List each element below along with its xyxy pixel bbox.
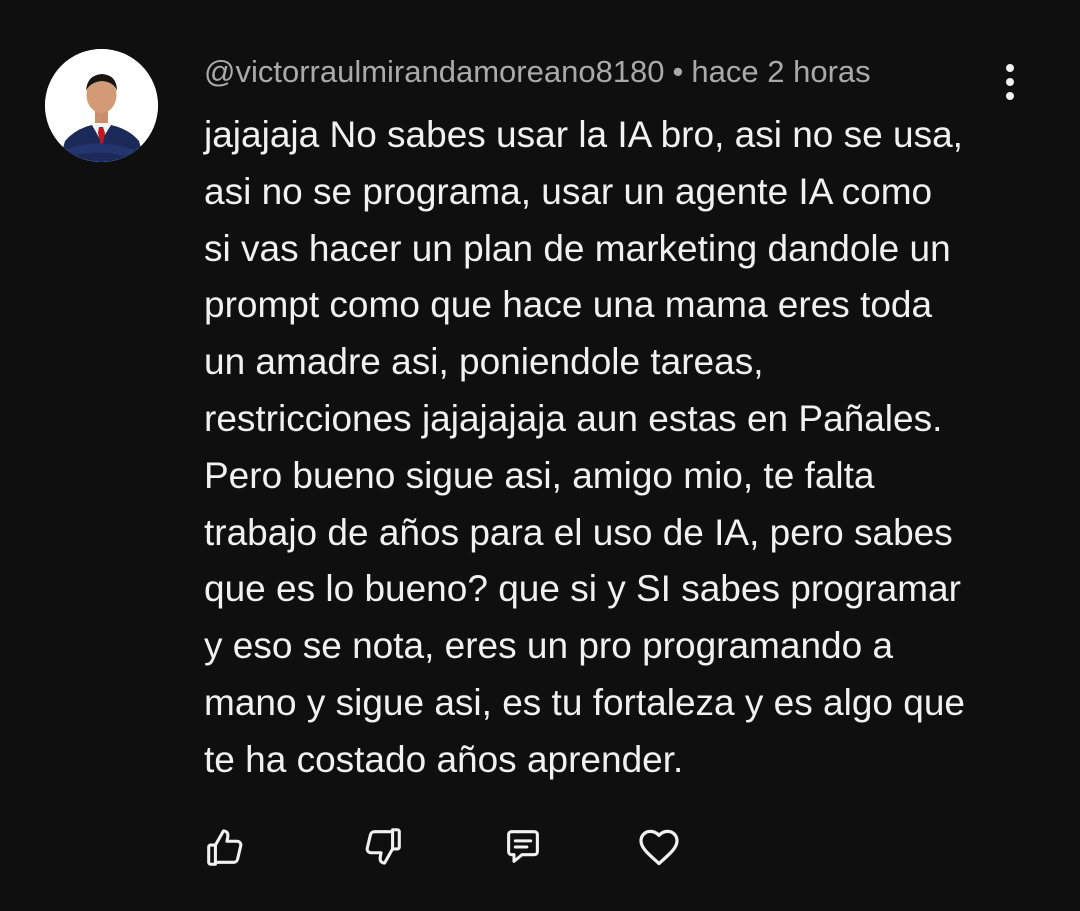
comment-text-line: jajajaja No sabes usar la IA bro, asi no… (204, 114, 963, 155)
comment-timestamp[interactable]: hace 2 horas (691, 54, 870, 89)
comment-text-line: trabajo de años para el uso de IA, pero … (204, 511, 953, 553)
like-button[interactable] (200, 822, 250, 872)
author-name[interactable]: @victorraulmirandamoreano8180 (204, 54, 665, 89)
meta-separator: • (672, 54, 684, 89)
comment-text-line: asi no se programa, usar un agente IA co… (204, 170, 933, 212)
comment-text: jajajaja No sabes usar la IA bro, asi no… (204, 107, 1034, 789)
avatar-image (45, 49, 158, 162)
comment-text-line: y eso se nota, eres un pro programando a (204, 625, 894, 667)
thumbs-up-icon (207, 829, 243, 866)
comment-text-line: te ha costado años aprender. (204, 738, 684, 780)
comment-text-line: prompt como que hace una mama eres toda (204, 284, 933, 326)
comment-text-line: Pero bueno sigue asi, amigo mio, te falt… (204, 454, 875, 496)
heart-button[interactable] (634, 822, 684, 872)
heart-icon (639, 829, 679, 866)
comment-text-line: restricciones jajajajaja aun estas en Pa… (204, 397, 943, 439)
comment-text-line: mano y sigue asi, es tu fortaleza y es a… (204, 681, 965, 723)
reply-button[interactable] (498, 822, 548, 872)
dislike-button[interactable] (358, 822, 408, 872)
more-options-button[interactable] (990, 60, 1030, 104)
comment-text-line: si vas hacer un plan de marketing dandol… (204, 227, 951, 269)
reply-icon (507, 830, 539, 863)
avatar[interactable] (45, 49, 158, 162)
comment-thread: @victorraulmirandamoreano8180 • hace 2 hor… (0, 0, 1080, 911)
comment-text-line: un amadre asi, poniendole tareas, (204, 341, 764, 383)
thumbs-down-icon (365, 828, 401, 865)
comment-text-line: que es lo bueno? que si y SI sabes progr… (204, 568, 961, 610)
comment-meta: @victorraulmirandamoreano8180 • hace 2 hor… (204, 52, 871, 92)
